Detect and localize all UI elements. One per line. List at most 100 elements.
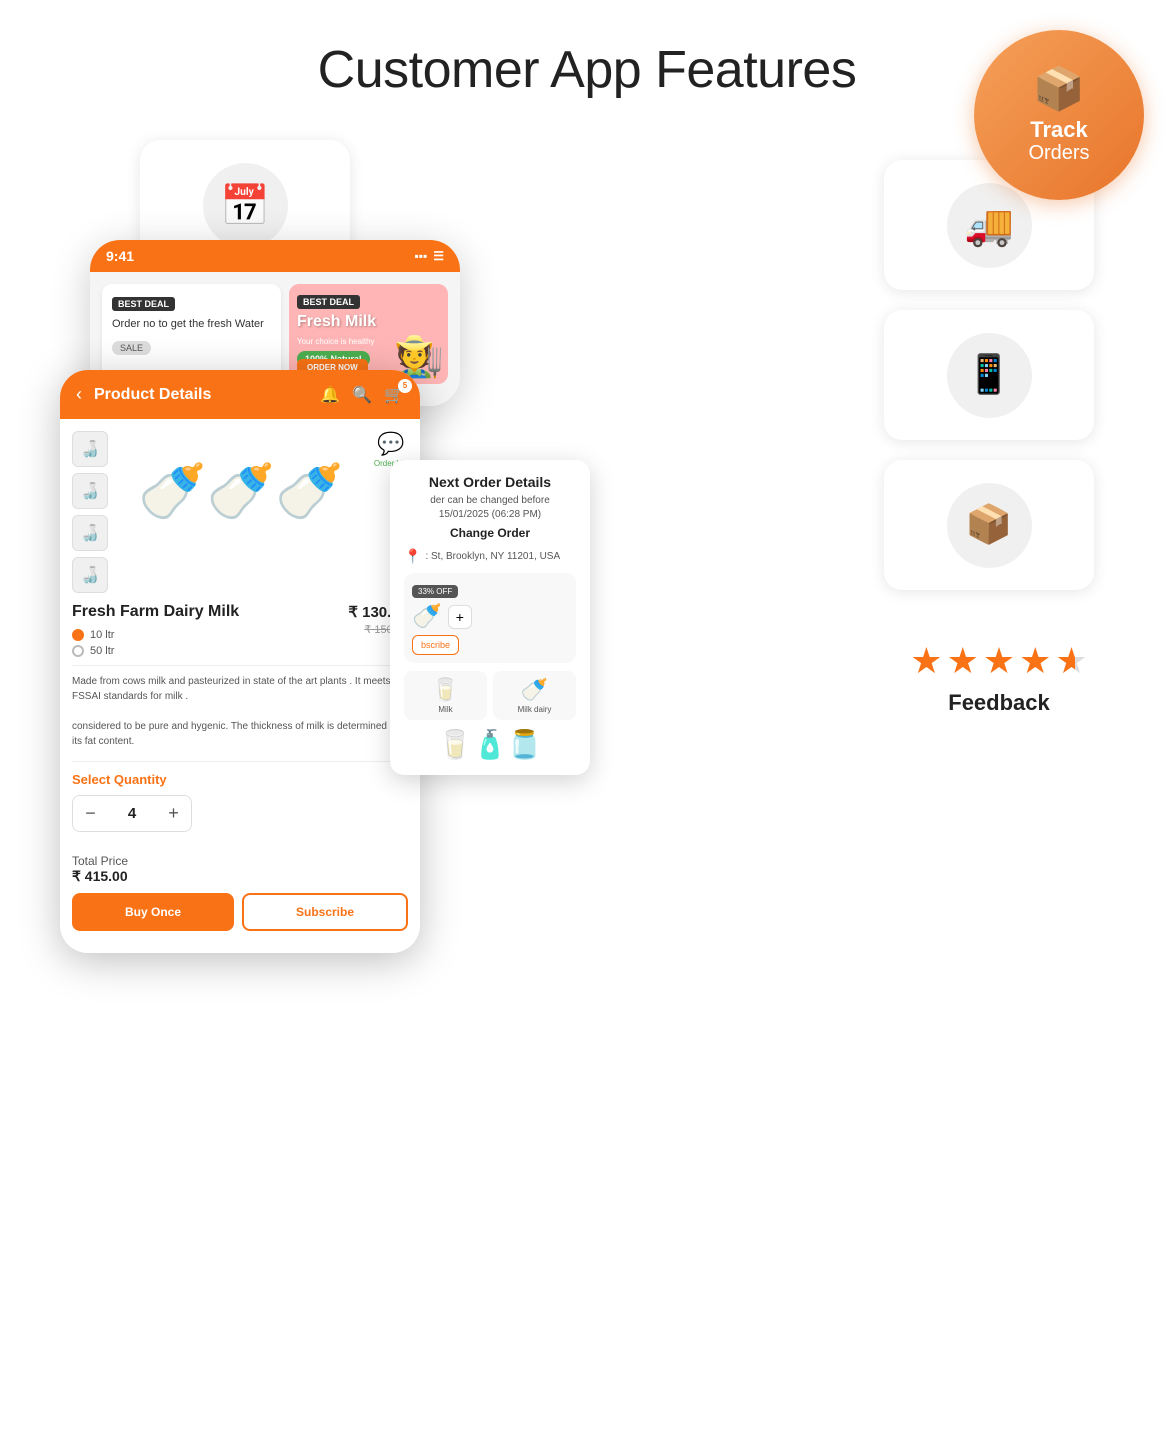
address-text: : St, Brooklyn, NY 11201, USA <box>425 551 560 562</box>
deal-text-left: Order no to get the fresh Water <box>112 317 271 332</box>
right-area: 🚚 📱 📦 ★ ★ ★ ★ <box>884 140 1114 1040</box>
radio-option-50ltr[interactable]: 50 ltr <box>72 645 408 657</box>
deal-banner-row: BEST DEAL Order no to get the fresh Wate… <box>102 284 448 384</box>
cart-badge-count: 5 <box>398 379 412 393</box>
delivery-truck-icon: 🚚 <box>964 202 1014 249</box>
radio-dot-inactive <box>72 645 84 657</box>
milk-bottles-image: 🍼🍼🍼 <box>138 459 343 524</box>
star-1: ★ <box>910 640 942 682</box>
qty-decrease-button[interactable]: − <box>73 796 108 831</box>
stars-row: ★ ★ ★ ★ ★ <box>884 640 1114 682</box>
grid-item-milk[interactable]: 🥛 Milk <box>404 671 487 720</box>
deal-banner-right: BEST DEAL Fresh Milk Your choice is heal… <box>289 284 448 384</box>
deal-banner-left: BEST DEAL Order no to get the fresh Wate… <box>102 284 281 384</box>
product-body: 🍶 🍶 🍶 🍶 🍼🍼🍼 💬 Order Via <box>60 419 420 953</box>
payment-icon-circle: 📱 <box>947 333 1032 418</box>
time-display: 9:41 <box>106 248 134 264</box>
location-tracking-card: 📦 <box>884 460 1094 590</box>
product-header: ‹ Product Details 🔔 🔍 🛒 5 <box>60 370 420 419</box>
product-info: Fresh Farm Dairy Milk ₹ 130.00 ₹ 150.00 <box>72 603 408 621</box>
left-area: 📅 9:41 ▪▪▪ ☰ BE <box>60 140 854 1040</box>
star-half: ★ <box>1055 640 1087 682</box>
deal-banner-inner: BEST DEAL Fresh Milk Your choice is heal… <box>289 284 448 384</box>
grid-dairy-label: Milk dairy <box>499 705 570 714</box>
radio-option-10ltr[interactable]: 10 ltr <box>72 629 364 641</box>
payment-icon: 📱 <box>965 353 1012 397</box>
track-orders-badge[interactable]: 📦 Track Orders <box>974 30 1144 200</box>
total-label: Total Price <box>72 854 128 868</box>
next-order-overlay: Next Order Details der can be changed be… <box>390 460 590 775</box>
option-50ltr-label: 50 ltr <box>90 645 114 657</box>
thumbnail-4[interactable]: 🍶 <box>72 557 108 593</box>
fresh-milk-sub: Your choice is healthy <box>297 337 375 346</box>
discount-badge: 33% OFF <box>412 585 458 598</box>
payment-card: 📱 <box>884 310 1094 440</box>
main-layout: 📅 9:41 ▪▪▪ ☰ BE <box>60 140 1114 1040</box>
star-3: ★ <box>983 640 1015 682</box>
phone-mockup-product: ‹ Product Details 🔔 🔍 🛒 5 <box>60 370 420 953</box>
product-main-image: 🍼🍼🍼 <box>116 431 366 551</box>
product-images-row: 🍶 🍶 🍶 🍶 🍼🍼🍼 💬 Order Via <box>72 431 408 593</box>
menu-icon: ☰ <box>433 249 444 263</box>
whatsapp-icon: 💬 <box>377 431 404 457</box>
cart-icon[interactable]: 🛒 5 <box>384 385 404 405</box>
thumbnail-1[interactable]: 🍶 <box>72 431 108 467</box>
calendar-emoji: 📅 <box>220 182 270 229</box>
search-icon[interactable]: 🔍 <box>352 385 372 405</box>
product-mini-card: 33% OFF 🍼 + bscribe <box>404 573 576 663</box>
product-header-title: Product Details <box>94 386 308 404</box>
next-order-title: Next Order Details <box>404 474 576 490</box>
product-description: Made from cows milk and pasteurized in s… <box>72 665 408 749</box>
page-wrapper: Customer App Features 📦 Track Orders 📅 9… <box>0 0 1174 1450</box>
feedback-section: ★ ★ ★ ★ ★ Feedback <box>884 640 1114 716</box>
orders-label: Orders <box>1028 142 1089 165</box>
best-deal-tag-right: BEST DEAL <box>297 295 360 309</box>
action-buttons: Buy Once Subscribe <box>72 893 408 941</box>
change-order-link[interactable]: Change Order <box>404 526 576 540</box>
description-text-2: considered to be pure and hygenic. The t… <box>72 719 408 749</box>
location-icon-circle: 📦 <box>947 483 1032 568</box>
select-quantity-label: Select Quantity <box>72 772 408 787</box>
header-icons: 🔔 🔍 🛒 5 <box>320 385 404 405</box>
buy-once-button[interactable]: Buy Once <box>72 893 234 931</box>
total-price-left: Total Price ₹ 415.00 <box>72 854 128 885</box>
milk-products-row: 🥛🧴🫙 <box>404 728 576 761</box>
star-4: ★ <box>1019 640 1051 682</box>
best-deal-tag-left: BEST DEAL <box>112 297 175 311</box>
address-row: 📍 : St, Brooklyn, NY 11201, USA <box>404 548 576 565</box>
thumbnail-3[interactable]: 🍶 <box>72 515 108 551</box>
page-title: Customer App Features <box>60 40 1114 100</box>
location-pin-icon: 📍 <box>404 548 421 565</box>
product-thumbnails: 🍶 🍶 🍶 🍶 <box>72 431 108 593</box>
star-2: ★ <box>947 640 979 682</box>
add-mini-button[interactable]: + <box>448 605 472 629</box>
grid-dairy-icon: 🍼 <box>499 677 570 703</box>
back-button[interactable]: ‹ <box>76 384 82 405</box>
thumbnail-2[interactable]: 🍶 <box>72 473 108 509</box>
radio-dot-active <box>72 629 84 641</box>
subscribe-mini-button[interactable]: bscribe <box>412 635 459 655</box>
product-name: Fresh Farm Dairy Milk <box>72 603 239 620</box>
select-quantity-section: Select Quantity − 4 + <box>72 761 408 832</box>
product-grid-mini: 🥛 Milk 🍼 Milk dairy <box>404 671 576 720</box>
qty-increase-button[interactable]: + <box>156 796 191 831</box>
total-price-section: Total Price ₹ 415.00 <box>72 844 408 885</box>
subscribe-button[interactable]: Subscribe <box>242 893 408 931</box>
signal-icon: ▪▪▪ <box>414 249 427 263</box>
track-label: Track <box>1030 118 1088 142</box>
grid-milk-label: Milk <box>410 705 481 714</box>
next-order-subtitle: der can be changed before 15/01/2025 (06… <box>404 494 576 522</box>
product-mini-row: 🍼 + <box>412 602 568 631</box>
status-icons: ▪▪▪ ☰ <box>414 249 444 263</box>
radio-options: 10 ltr 50 ltr <box>72 629 408 657</box>
location-icon: 📦 <box>965 503 1012 547</box>
description-text-1: Made from cows milk and pasteurized in s… <box>72 674 408 704</box>
delivery-icon-circle: 🚚 <box>947 183 1032 268</box>
box-icon: 📦 <box>1033 65 1085 114</box>
qty-value: 4 <box>108 805 156 822</box>
grid-item-milk-dairy[interactable]: 🍼 Milk dairy <box>493 671 576 720</box>
fresh-milk-title: Fresh Milk <box>297 313 376 330</box>
feedback-label: Feedback <box>884 690 1114 716</box>
grid-milk-icon: 🥛 <box>410 677 481 703</box>
bell-icon[interactable]: 🔔 <box>320 385 340 405</box>
